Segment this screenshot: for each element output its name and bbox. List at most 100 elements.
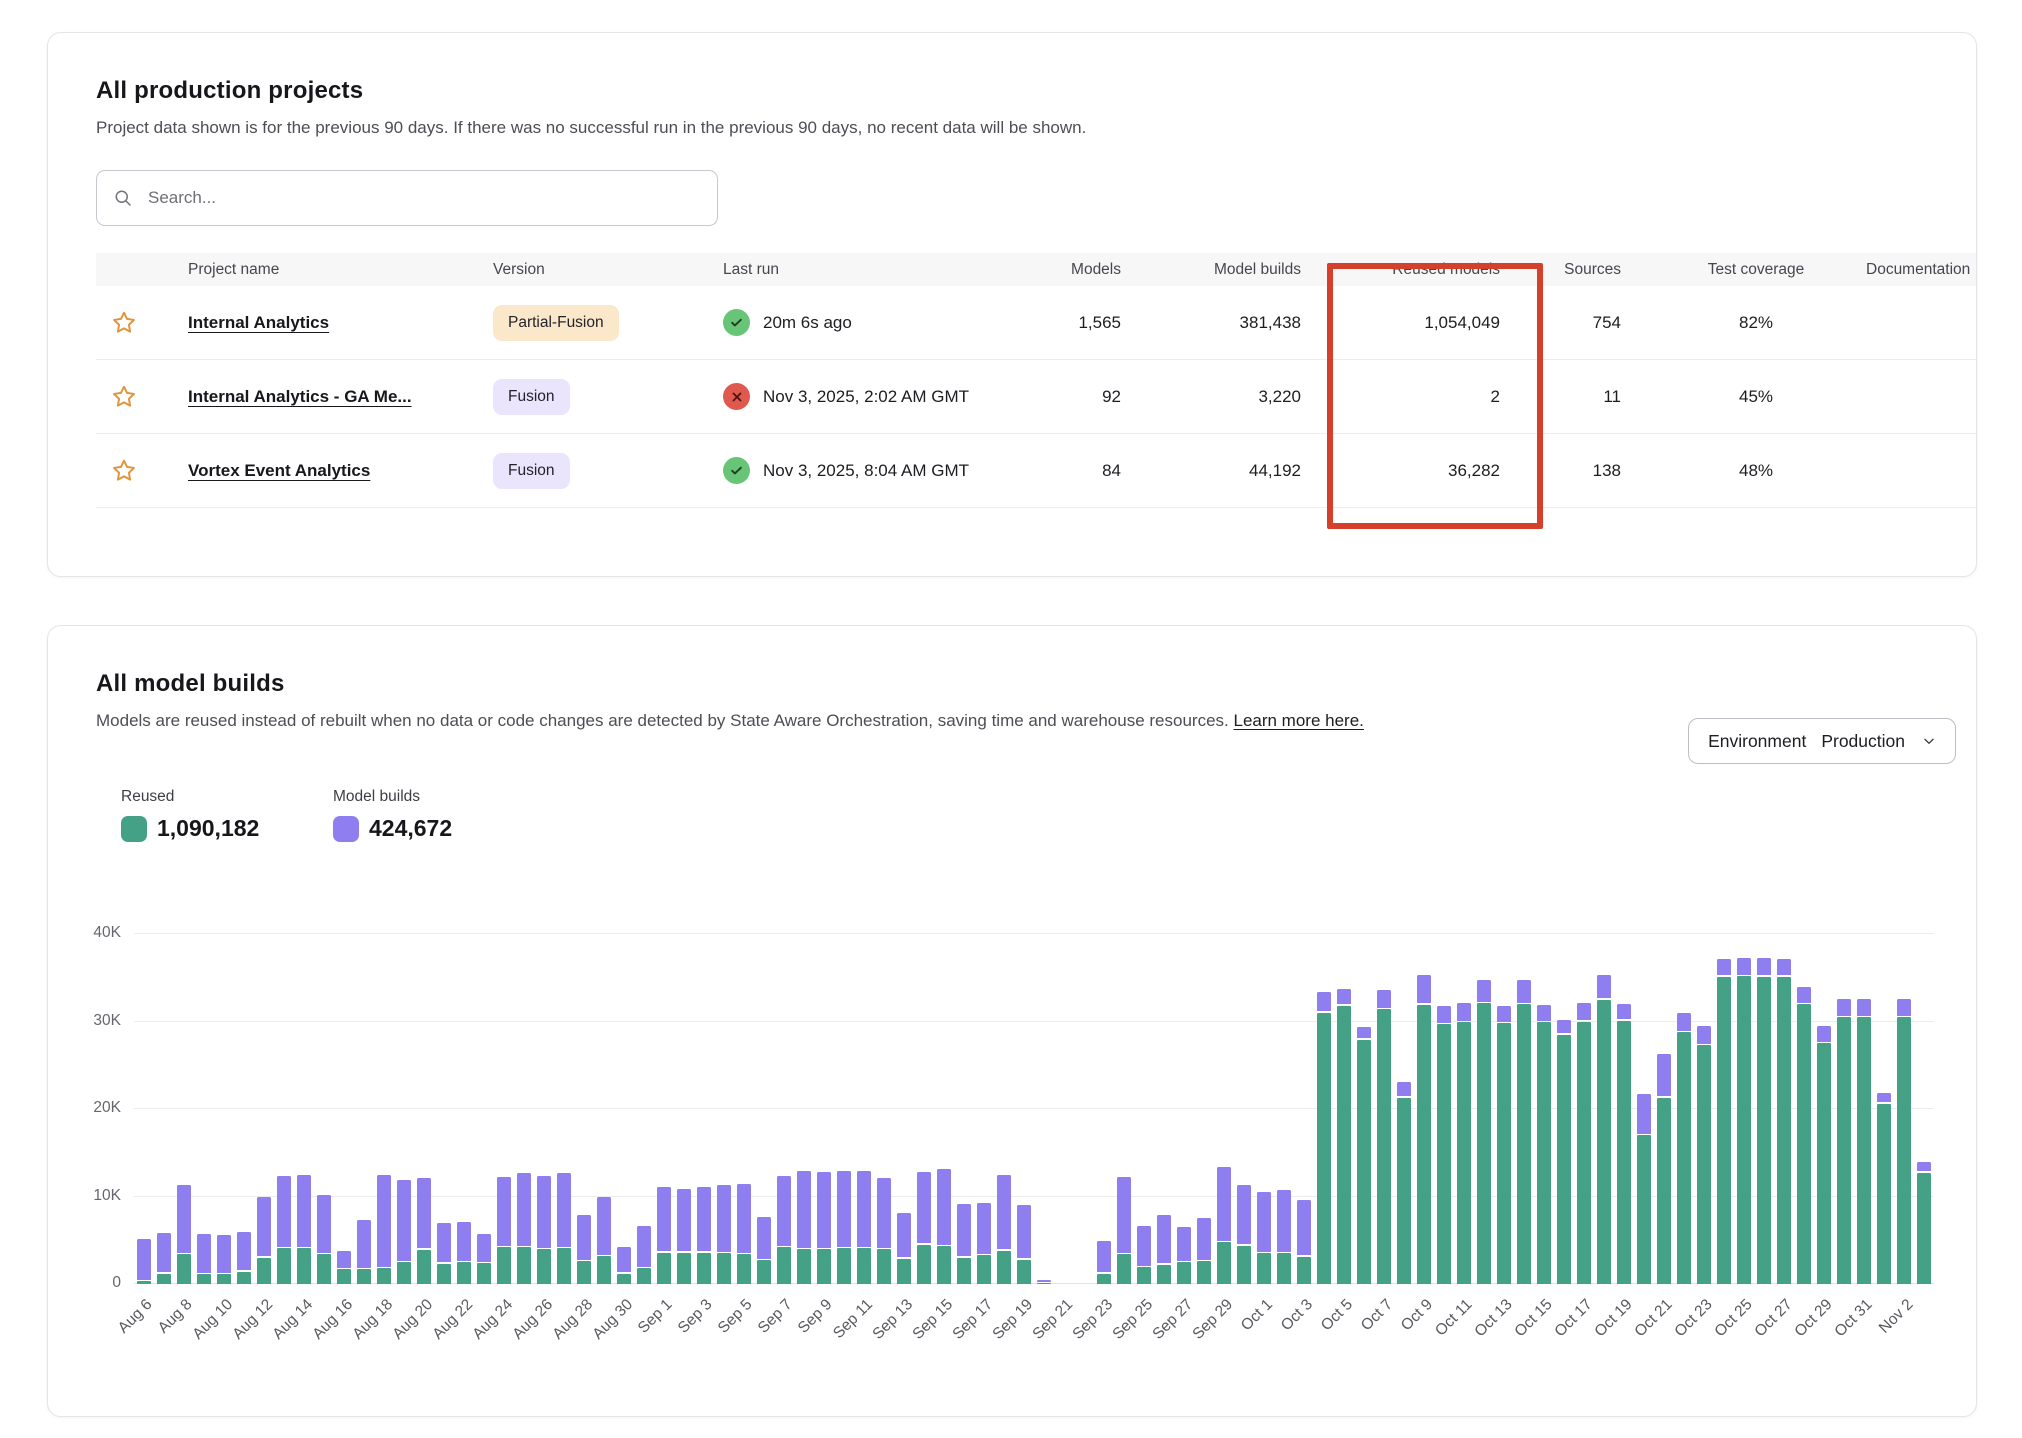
model-builds-bar-segment[interactable] <box>1297 1200 1311 1255</box>
project-name-link[interactable]: Internal Analytics <box>188 313 329 332</box>
model-builds-bar-segment[interactable] <box>617 1247 631 1272</box>
model-builds-bar-segment[interactable] <box>557 1173 571 1247</box>
model-builds-bar-segment[interactable] <box>1097 1241 1111 1272</box>
model-builds-bar-segment[interactable] <box>1557 1020 1571 1033</box>
reused-bar-segment[interactable] <box>1617 1021 1631 1284</box>
model-builds-bar-segment[interactable] <box>837 1171 851 1247</box>
model-builds-bar-segment[interactable] <box>277 1176 291 1247</box>
reused-bar-segment[interactable] <box>1177 1262 1191 1284</box>
reused-bar-segment[interactable] <box>1357 1040 1371 1284</box>
reused-bar-segment[interactable] <box>417 1250 431 1284</box>
reused-bar-segment[interactable] <box>337 1269 351 1284</box>
reused-bar-segment[interactable] <box>1537 1022 1551 1284</box>
model-builds-bar-segment[interactable] <box>477 1234 491 1262</box>
reused-bar-segment[interactable] <box>1017 1260 1031 1285</box>
model-builds-bar-segment[interactable] <box>757 1217 771 1259</box>
reused-bar-segment[interactable] <box>457 1262 471 1284</box>
reused-bar-segment[interactable] <box>1837 1017 1851 1284</box>
reused-bar-segment[interactable] <box>1257 1253 1271 1284</box>
model-builds-bar-segment[interactable] <box>497 1177 511 1246</box>
reused-bar-segment[interactable] <box>797 1249 811 1284</box>
reused-bar-segment[interactable] <box>197 1274 211 1284</box>
model-builds-bar-segment[interactable] <box>217 1235 231 1273</box>
search-input[interactable] <box>146 187 701 209</box>
reused-bar-segment[interactable] <box>1497 1023 1511 1284</box>
model-builds-bar-segment[interactable] <box>1577 1003 1591 1021</box>
reused-bar-segment[interactable] <box>1897 1017 1911 1284</box>
reused-bar-segment[interactable] <box>837 1248 851 1284</box>
reused-bar-segment[interactable] <box>1217 1242 1231 1284</box>
model-builds-bar-segment[interactable] <box>437 1223 451 1262</box>
reused-bar-segment[interactable] <box>257 1258 271 1284</box>
model-builds-bar-segment[interactable] <box>237 1232 251 1271</box>
model-builds-bar-segment[interactable] <box>1217 1167 1231 1241</box>
reused-bar-segment[interactable] <box>297 1248 311 1284</box>
reused-bar-segment[interactable] <box>377 1268 391 1284</box>
model-builds-bar-segment[interactable] <box>1717 959 1731 976</box>
model-builds-bar-segment[interactable] <box>1917 1162 1931 1172</box>
reused-bar-segment[interactable] <box>217 1274 231 1284</box>
model-builds-bar-segment[interactable] <box>1497 1006 1511 1022</box>
model-builds-bar-segment[interactable] <box>1257 1192 1271 1252</box>
reused-bar-segment[interactable] <box>1737 976 1751 1284</box>
reused-bar-segment[interactable] <box>1757 977 1771 1284</box>
model-builds-bar-segment[interactable] <box>197 1234 211 1273</box>
model-builds-bar-segment[interactable] <box>1737 958 1751 975</box>
reused-bar-segment[interactable] <box>737 1254 751 1284</box>
model-builds-bar-segment[interactable] <box>1277 1190 1291 1252</box>
reused-bar-segment[interactable] <box>137 1281 151 1284</box>
model-builds-bar-segment[interactable] <box>457 1222 471 1261</box>
reused-bar-segment[interactable] <box>857 1248 871 1284</box>
reused-bar-segment[interactable] <box>1297 1257 1311 1284</box>
reused-bar-segment[interactable] <box>1877 1104 1891 1284</box>
model-builds-bar-segment[interactable] <box>1797 987 1811 1003</box>
model-builds-bar-segment[interactable] <box>397 1180 411 1261</box>
reused-bar-segment[interactable] <box>1477 1003 1491 1284</box>
reused-bar-segment[interactable] <box>757 1260 771 1284</box>
reused-bar-segment[interactable] <box>1197 1261 1211 1284</box>
reused-bar-segment[interactable] <box>597 1256 611 1284</box>
model-builds-bar-segment[interactable] <box>1397 1082 1411 1096</box>
reused-bar-segment[interactable] <box>617 1274 631 1285</box>
model-builds-bar-segment[interactable] <box>1657 1054 1671 1096</box>
model-builds-bar-segment[interactable] <box>817 1172 831 1247</box>
model-builds-bar-segment[interactable] <box>1877 1093 1891 1103</box>
model-builds-bar-segment[interactable] <box>1697 1026 1711 1044</box>
model-builds-bar-segment[interactable] <box>517 1173 531 1246</box>
reused-bar-segment[interactable] <box>677 1253 691 1285</box>
model-builds-bar-segment[interactable] <box>337 1251 351 1268</box>
reused-bar-segment[interactable] <box>777 1247 791 1284</box>
reused-bar-segment[interactable] <box>957 1258 971 1284</box>
model-builds-bar-segment[interactable] <box>357 1220 371 1268</box>
search-box[interactable] <box>96 170 718 226</box>
reused-bar-segment[interactable] <box>1237 1246 1251 1285</box>
favorite-star-icon[interactable] <box>96 309 151 337</box>
reused-bar-segment[interactable] <box>1517 1004 1531 1284</box>
model-builds-bar-segment[interactable] <box>257 1197 271 1257</box>
reused-bar-segment[interactable] <box>1577 1022 1591 1285</box>
reused-bar-segment[interactable] <box>577 1261 591 1284</box>
model-builds-bar-segment[interactable] <box>1857 999 1871 1016</box>
model-builds-bar-segment[interactable] <box>1677 1013 1691 1031</box>
reused-bar-segment[interactable] <box>517 1247 531 1284</box>
reused-bar-segment[interactable] <box>637 1268 651 1284</box>
model-builds-bar-segment[interactable] <box>1037 1280 1051 1282</box>
model-builds-bar-segment[interactable] <box>1897 999 1911 1016</box>
reused-bar-segment[interactable] <box>1157 1265 1171 1284</box>
reused-bar-segment[interactable] <box>1777 977 1791 1284</box>
model-builds-bar-segment[interactable] <box>957 1204 971 1257</box>
reused-bar-segment[interactable] <box>1277 1253 1291 1284</box>
model-builds-bar-segment[interactable] <box>1177 1227 1191 1261</box>
reused-bar-segment[interactable] <box>277 1248 291 1284</box>
model-builds-bar-segment[interactable] <box>537 1176 551 1248</box>
model-builds-bar-segment[interactable] <box>1457 1003 1471 1021</box>
model-builds-bar-segment[interactable] <box>1777 959 1791 976</box>
model-builds-bar-segment[interactable] <box>1317 992 1331 1011</box>
reused-bar-segment[interactable] <box>1397 1098 1411 1284</box>
model-builds-bar-segment[interactable] <box>1757 958 1771 976</box>
model-builds-bar-segment[interactable] <box>997 1175 1011 1249</box>
model-builds-bar-segment[interactable] <box>797 1171 811 1247</box>
reused-bar-segment[interactable] <box>1037 1283 1051 1284</box>
reused-bar-segment[interactable] <box>1797 1004 1811 1284</box>
model-builds-bar-segment[interactable] <box>1817 1026 1831 1042</box>
